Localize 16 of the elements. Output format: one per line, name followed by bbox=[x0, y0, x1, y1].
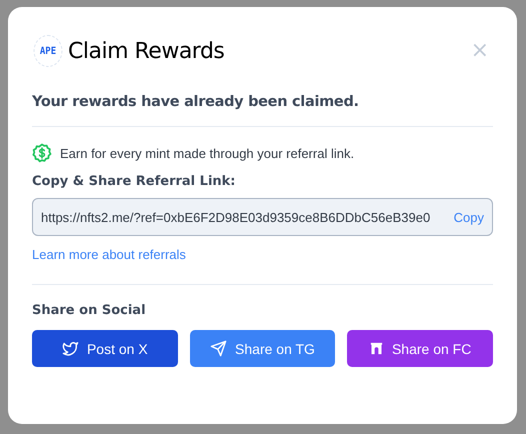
logo-icon: APE bbox=[34, 35, 62, 67]
share-button[interactable]: Share on FC bbox=[347, 330, 493, 367]
share-button[interactable]: Share on TG bbox=[190, 330, 336, 367]
arch-icon bbox=[368, 341, 384, 356]
referral-link-field[interactable]: https://nfts2.me/?ref=0xbE6F2D98E03d9359ce8B6DDbC56eB39e0 Copy bbox=[32, 198, 493, 236]
share-button[interactable]: Post on X bbox=[32, 330, 178, 367]
bird-icon bbox=[62, 340, 79, 357]
earn-note: Earn for every mint made through your referral link. bbox=[60, 146, 354, 160]
copy-button[interactable]: Copy bbox=[450, 210, 484, 224]
dollar-icon bbox=[32, 143, 52, 163]
send-icon bbox=[210, 340, 228, 357]
section-heading: Share on Social bbox=[32, 303, 147, 318]
status-message: Your rewards have already been claimed. bbox=[32, 94, 360, 110]
field-label: Copy & Share Referral Link: bbox=[32, 174, 236, 189]
learn-more-link[interactable]: Learn more about referrals bbox=[32, 247, 186, 262]
dialog-title: Claim Rewards bbox=[68, 38, 226, 64]
